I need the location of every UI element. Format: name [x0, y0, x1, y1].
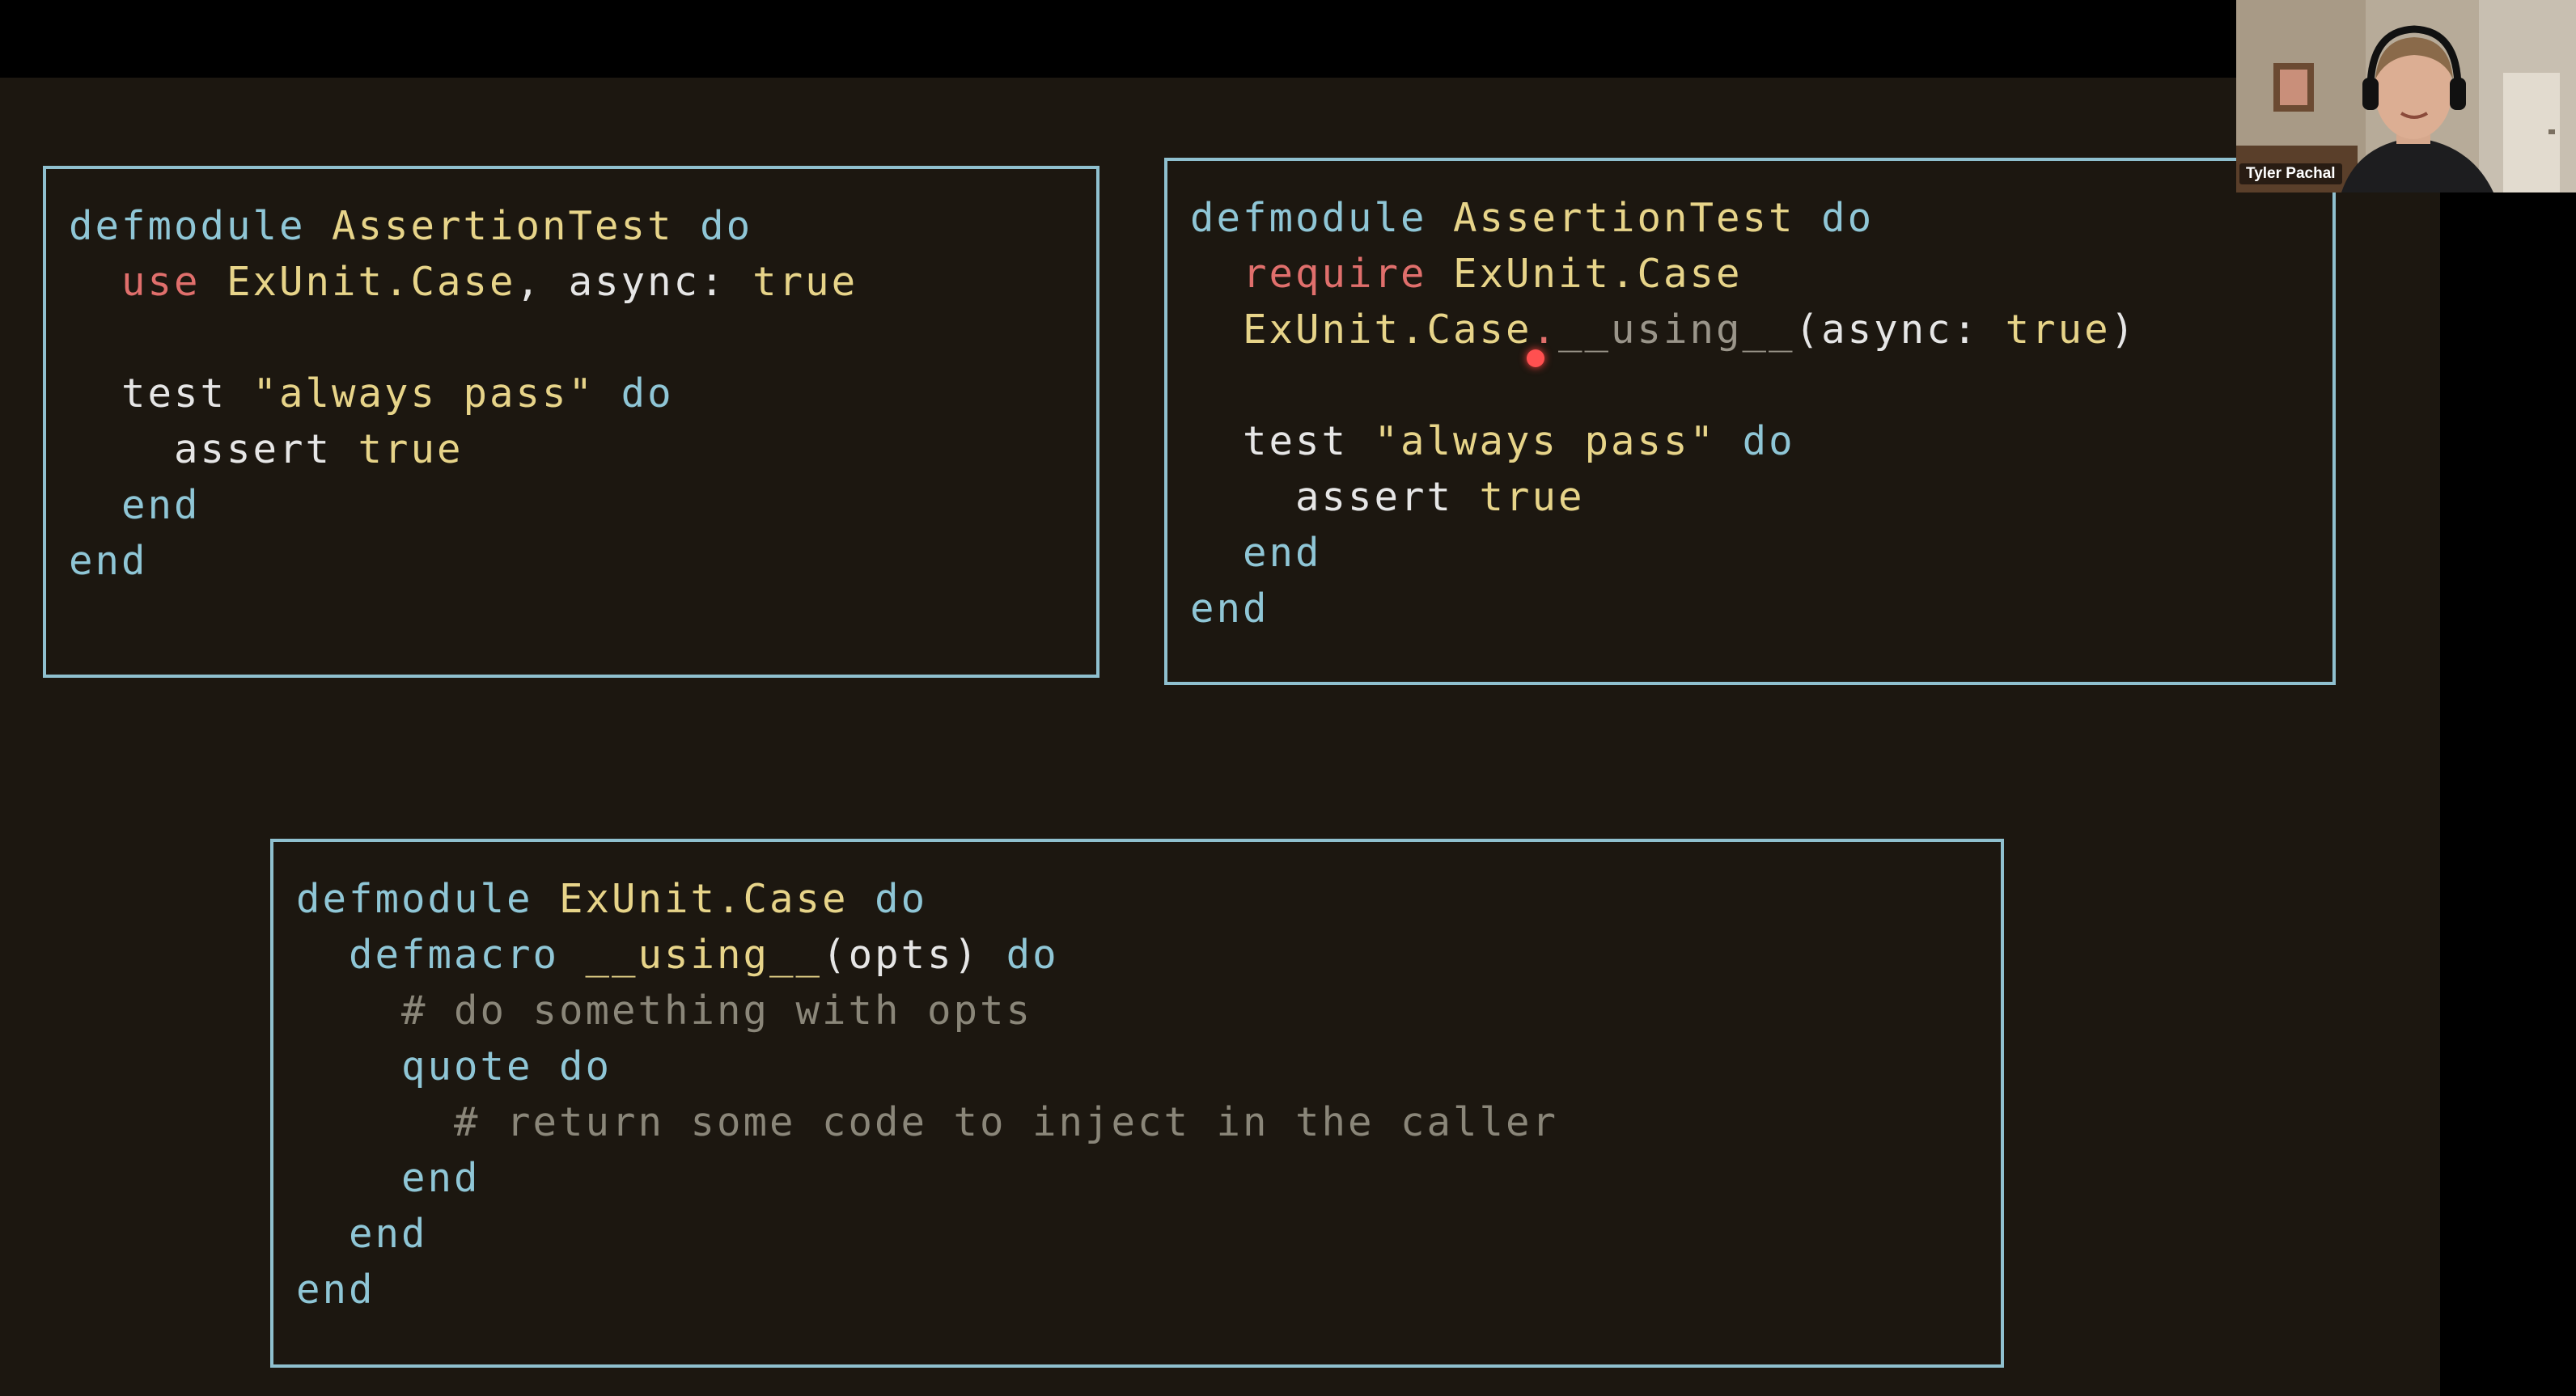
code-line: ExUnit.Case.__using__(async: true) — [1190, 302, 2310, 357]
screen-share-view: defmodule AssertionTest do use ExUnit.Ca… — [0, 0, 2576, 1396]
keyword-do: do — [875, 876, 928, 922]
test-macro: test — [121, 370, 227, 417]
keyword-defmacro: defmacro — [349, 932, 560, 978]
keyword-end: end — [349, 1211, 428, 1257]
assert-macro: assert — [174, 426, 333, 472]
code-line: end — [69, 477, 1074, 533]
keyword-defmodule: defmodule — [69, 203, 306, 249]
keyword-defmodule: defmodule — [1190, 195, 1427, 241]
module-name: ExUnit.Case — [1243, 307, 1532, 353]
participant-name-label: Tyler Pachal — [2239, 163, 2342, 184]
keyword-do: do — [1821, 195, 1875, 241]
literal-true: true — [2005, 307, 2111, 353]
using-macro-name: __using__ — [585, 932, 823, 978]
module-name: AssertionTest — [1453, 195, 1795, 241]
code-line: use ExUnit.Case, async: true — [69, 254, 1074, 310]
code-line: end — [296, 1150, 1978, 1206]
literal-true: true — [752, 259, 858, 305]
using-function: __using__ — [1558, 307, 1795, 353]
keyword-end: end — [401, 1155, 481, 1201]
code-line: # return some code to inject in the call… — [296, 1094, 1978, 1150]
code-line: defmodule AssertionTest do — [1190, 190, 2310, 246]
code-block: defmodule AssertionTest do use ExUnit.Ca… — [69, 198, 1074, 589]
code-comment: # return some code to inject in the call… — [454, 1099, 1559, 1145]
code-line: assert true — [69, 421, 1074, 477]
module-name: ExUnit.Case — [559, 876, 849, 922]
keyword-end: end — [296, 1267, 375, 1313]
literal-true: true — [1479, 474, 1585, 520]
keyword-end: end — [1243, 530, 1322, 576]
code-line: end — [296, 1206, 1978, 1262]
code-block: defmodule ExUnit.Case do defmacro __usin… — [296, 871, 1978, 1318]
code-line: quote do — [296, 1039, 1978, 1094]
code-snippet-expanded-using: defmodule AssertionTest do require ExUni… — [1164, 158, 2336, 685]
code-line: # do something with opts — [296, 983, 1978, 1039]
module-name: AssertionTest — [332, 203, 674, 249]
participant-video-tile[interactable]: Tyler Pachal — [2236, 0, 2576, 192]
keyword-use: use — [121, 259, 201, 305]
code-line: test "always pass" do — [69, 366, 1074, 421]
code-line: require ExUnit.Case — [1190, 246, 2310, 302]
keyword-do: do — [1006, 932, 1059, 978]
keyword-do: do — [559, 1043, 612, 1089]
macro-args: (opts) — [822, 932, 981, 978]
code-line: assert true — [1190, 469, 2310, 525]
keyword-defmodule: defmodule — [296, 876, 533, 922]
code-line: end — [1190, 525, 2310, 581]
code-text: ) — [2110, 307, 2137, 353]
keyword-end: end — [1190, 586, 1269, 632]
code-text: (async: — [1794, 307, 1980, 353]
keyword-do: do — [1742, 418, 1795, 464]
keyword-do: do — [621, 370, 674, 417]
code-snippet-use-exunit: defmodule AssertionTest do use ExUnit.Ca… — [43, 166, 1099, 678]
code-comment: # do something with opts — [401, 988, 1033, 1034]
module-name: ExUnit.Case — [1453, 251, 1743, 297]
test-name-string: "always pass" — [1374, 418, 1717, 464]
code-text: , async: — [515, 259, 727, 305]
dot-operator: . — [1532, 307, 1559, 353]
test-name-string: "always pass" — [252, 370, 595, 417]
code-line: test "always pass" do — [1190, 413, 2310, 469]
code-line: defmodule ExUnit.Case do — [296, 871, 1978, 927]
literal-true: true — [358, 426, 464, 472]
code-block: defmodule AssertionTest do require ExUni… — [1190, 190, 2310, 637]
code-line: defmacro __using__(opts) do — [296, 927, 1978, 983]
assert-macro: assert — [1295, 474, 1454, 520]
code-line: end — [296, 1262, 1978, 1318]
laser-pointer-dot — [1527, 349, 1544, 367]
code-line: defmodule AssertionTest do — [69, 198, 1074, 254]
keyword-end: end — [69, 538, 148, 584]
keyword-do: do — [700, 203, 753, 249]
keyword-end: end — [121, 482, 201, 528]
code-snippet-exunit-case-definition: defmodule ExUnit.Case do defmacro __usin… — [270, 839, 2004, 1368]
test-macro: test — [1243, 418, 1349, 464]
keyword-require: require — [1243, 251, 1427, 297]
code-line: end — [1190, 581, 2310, 637]
keyword-quote: quote — [401, 1043, 533, 1089]
module-name: ExUnit.Case — [227, 259, 516, 305]
code-line: end — [69, 533, 1074, 589]
